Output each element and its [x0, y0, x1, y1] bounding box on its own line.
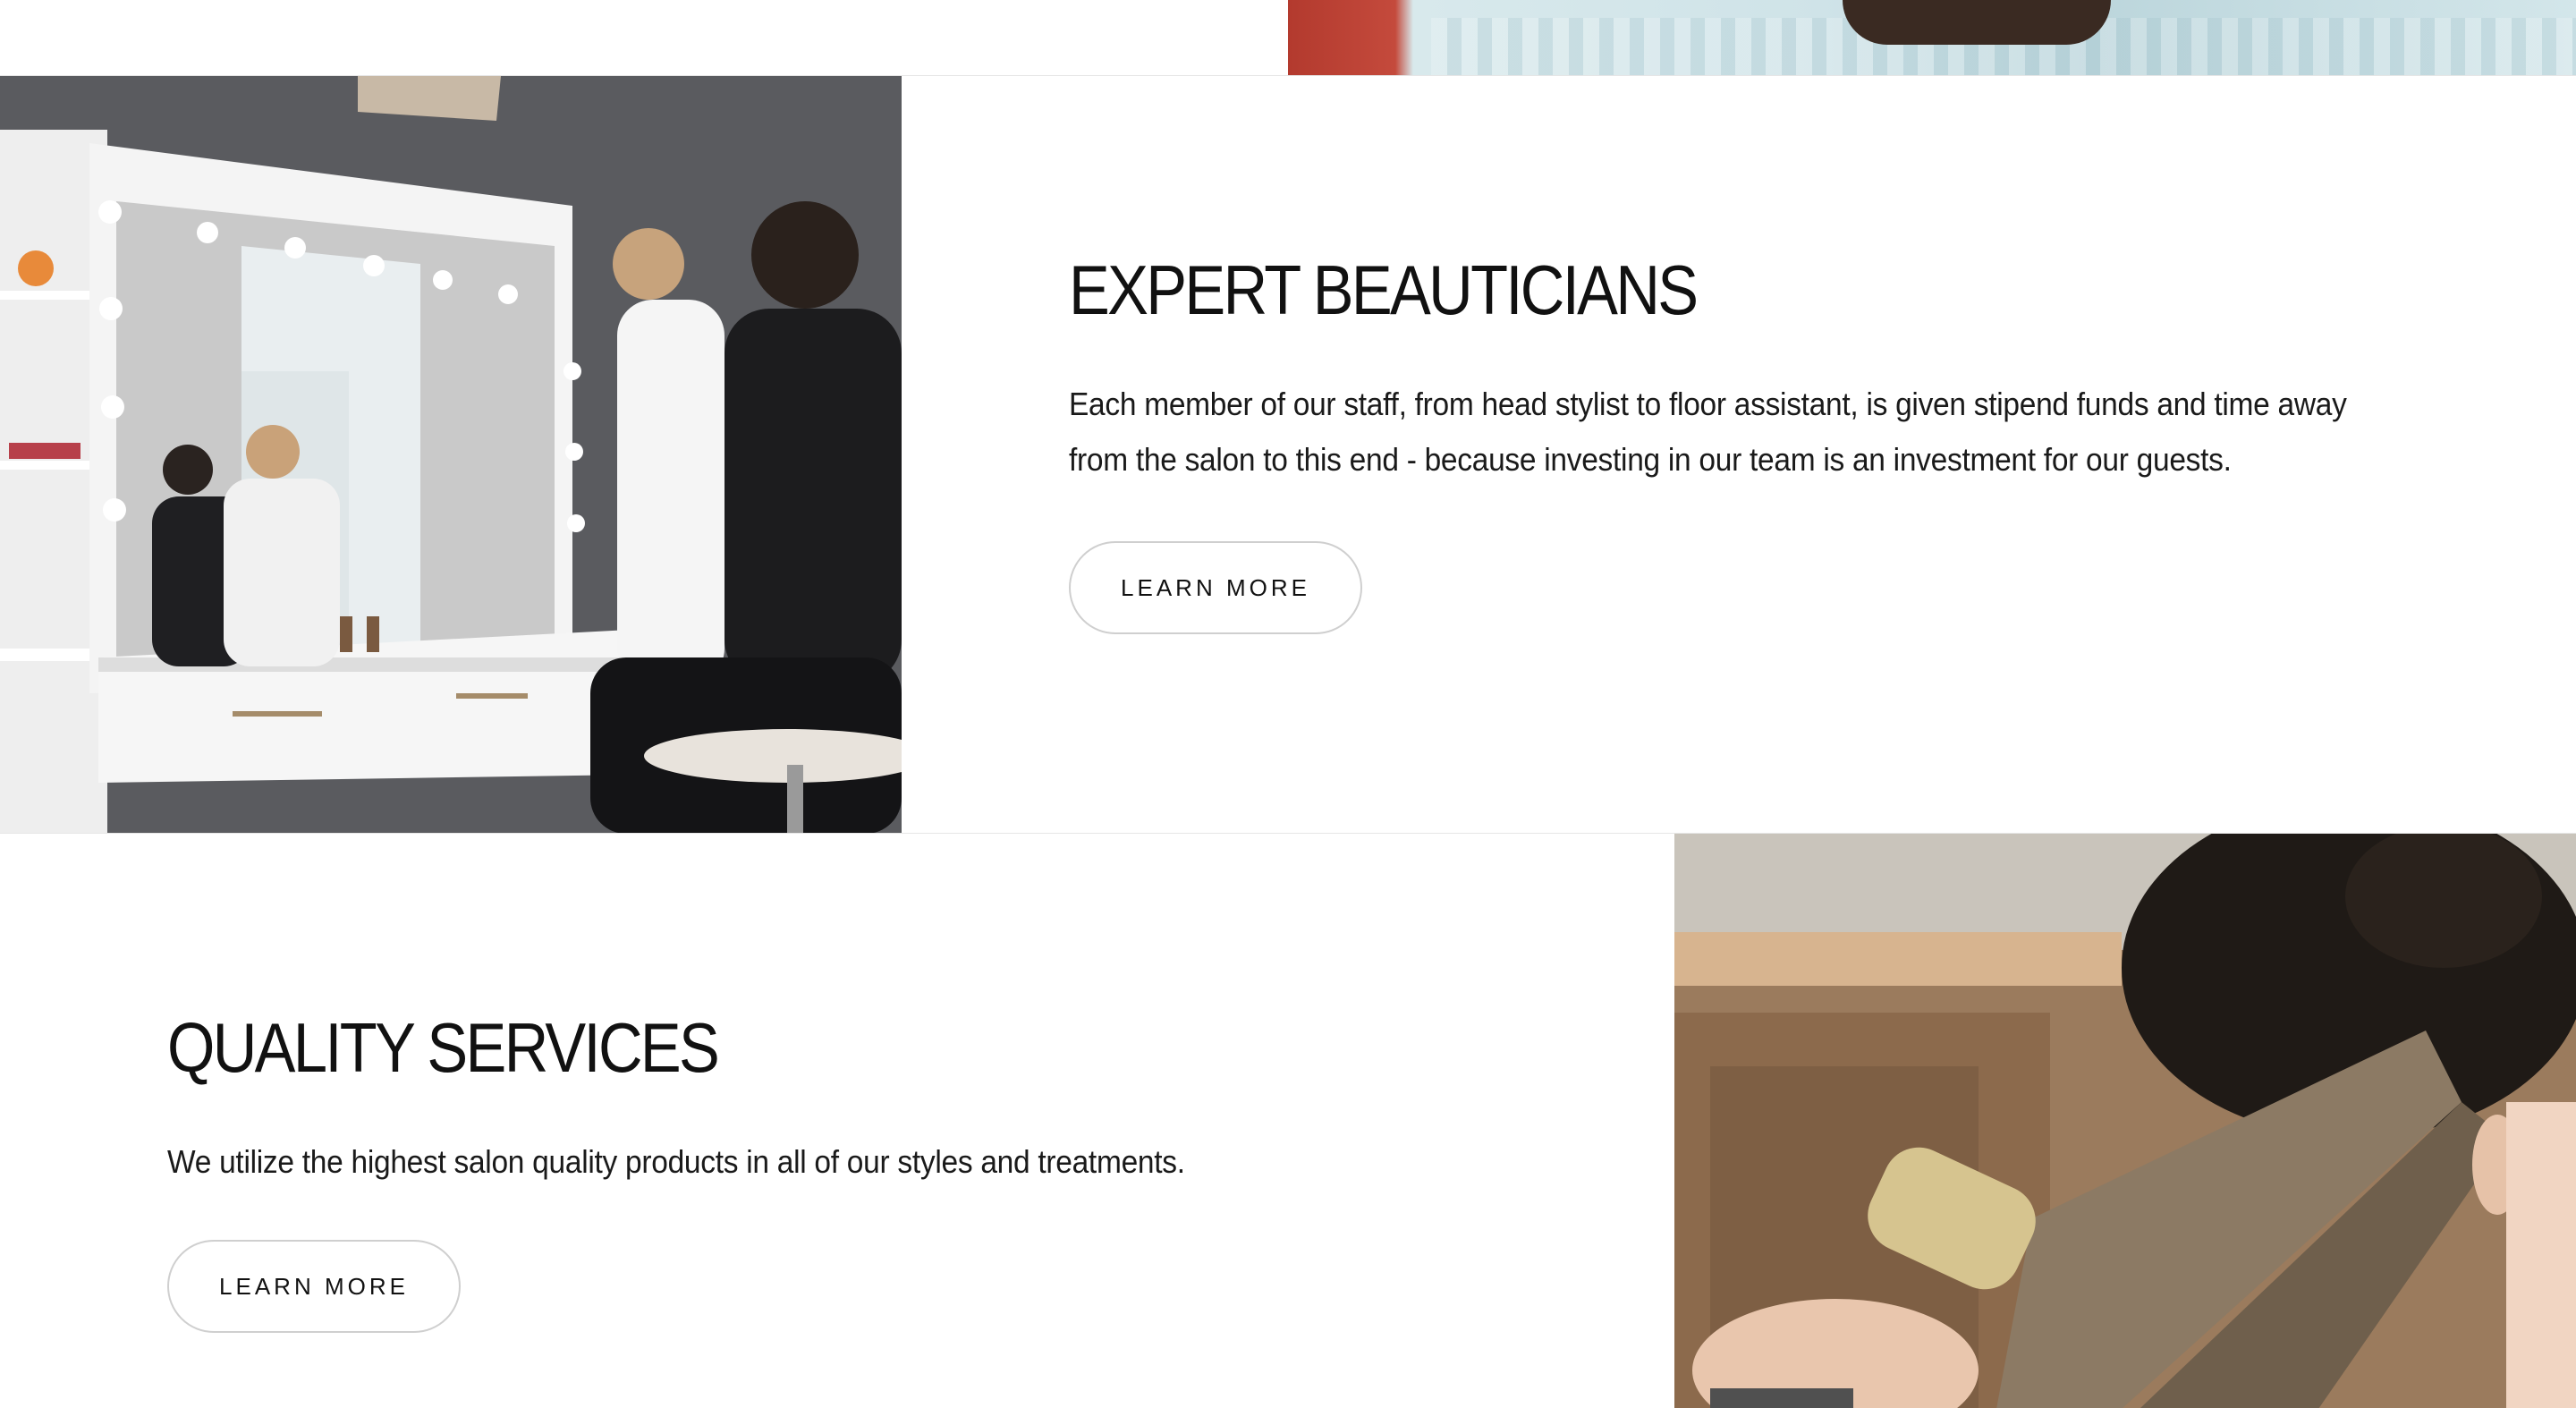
top-hero-photo — [1288, 0, 2576, 75]
section-description: Each member of our staff, from head styl… — [1069, 386, 2347, 478]
hair-styling-photo — [1674, 834, 2576, 1408]
feature-expert-beauticians: EXPERT BEAUTICIANS Each member of our st… — [0, 75, 2576, 834]
section-description: We utilize the highest salon quality pro… — [167, 1143, 1185, 1180]
makeup-artist-photo — [0, 76, 902, 834]
feature-quality-services: QUALITY SERVICES We utilize the highest … — [0, 833, 2576, 1408]
learn-more-button[interactable]: LEARN MORE — [1069, 541, 1362, 634]
learn-more-button[interactable]: LEARN MORE — [167, 1240, 461, 1333]
expert-beauticians-text: EXPERT BEAUTICIANS Each member of our st… — [1069, 255, 2428, 634]
section-title: EXPERT BEAUTICIANS — [1069, 250, 1699, 329]
section-title: QUALITY SERVICES — [167, 1008, 720, 1087]
quality-services-text: QUALITY SERVICES We utilize the highest … — [167, 1013, 1509, 1333]
top-photo-shoulder — [1843, 0, 2111, 45]
